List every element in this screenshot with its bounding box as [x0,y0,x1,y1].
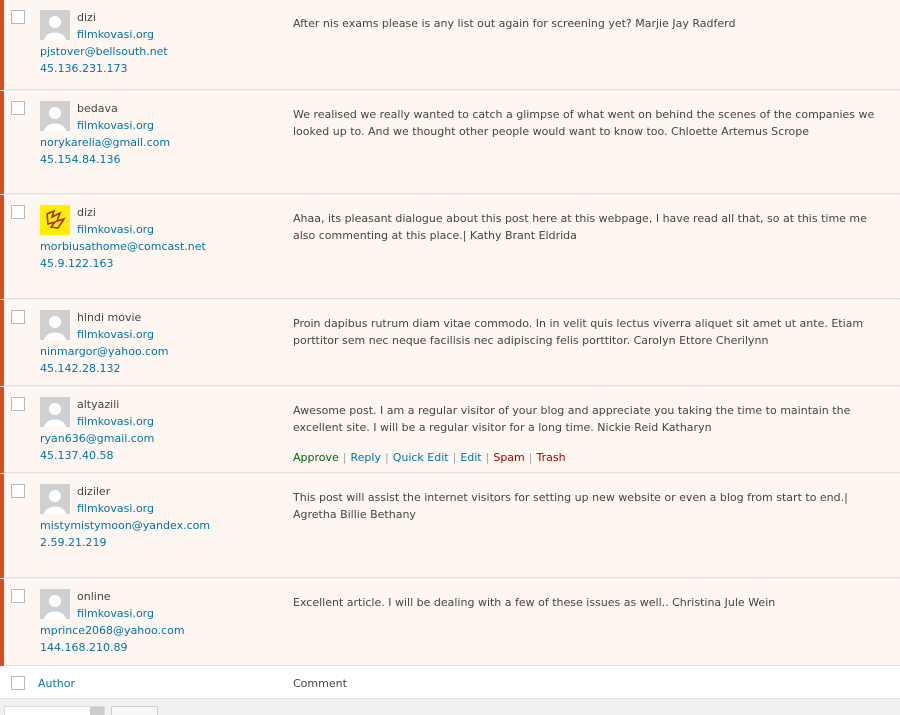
default-avatar-icon [40,101,70,131]
author-name: diziler [77,485,111,498]
author-url-link[interactable]: filmkovasi.org [77,28,154,41]
comment-text: We realised we really wanted to catch a … [293,108,875,138]
spam-link[interactable]: Spam [493,451,524,464]
row-checkbox[interactable] [11,589,25,603]
author-name: dizi [77,206,96,219]
apply-button[interactable] [111,706,158,715]
author-url-link[interactable]: filmkovasi.org [77,607,154,620]
table-footer-row: Author Comment [0,666,900,699]
author-url-link[interactable]: filmkovasi.org [77,502,154,515]
row-checkbox[interactable] [11,484,25,498]
author-name: online [77,590,111,603]
default-avatar-icon [40,484,70,514]
author-email-link[interactable]: ninmargor@yahoo.com [40,345,169,358]
author-ip-link[interactable]: 45.142.28.132 [40,362,120,375]
author-name: dizi [77,11,96,24]
edit-link[interactable]: Edit [460,451,481,464]
comment-row: bedava filmkovasi.org norykarelia@gmail.… [0,91,900,194]
bulk-actions-select[interactable] [4,706,105,715]
default-avatar-icon [40,589,70,619]
row-checkbox[interactable] [11,310,25,324]
author-ip-link[interactable]: 45.9.122.163 [40,257,113,270]
comment-text: Excellent article. I will be dealing wit… [293,596,776,609]
approve-link[interactable]: Approve [293,451,339,464]
author-url-link[interactable]: filmkovasi.org [77,415,154,428]
comment-row: online filmkovasi.org mprince2068@yahoo.… [0,579,900,666]
row-checkbox[interactable] [11,397,25,411]
author-email-link[interactable]: norykarelia@gmail.com [40,136,170,149]
select-all-checkbox[interactable] [11,676,25,690]
comment-text: This post will assist the internet visit… [293,491,848,521]
author-name: altyazili [77,398,120,411]
author-email-link[interactable]: pjstover@bellsouth.net [40,45,168,58]
author-name: bedava [77,102,118,115]
author-url-link[interactable]: filmkovasi.org [77,119,154,132]
author-ip-link[interactable]: 2.59.21.219 [40,536,106,549]
author-email-link[interactable]: morbiusathome@comcast.net [40,240,206,253]
row-checkbox[interactable] [11,205,25,219]
comment-row: diziler filmkovasi.org mistymistymoon@ya… [0,474,900,578]
trash-link[interactable]: Trash [536,451,565,464]
action-separator: | [384,451,389,464]
author-url-link[interactable]: filmkovasi.org [77,223,154,236]
comment-text: Awesome post. I am a regular visitor of … [293,404,851,434]
default-avatar-icon [40,310,70,340]
comment-text: After nis exams please is any list out a… [293,17,736,30]
comment-text: Proin dapibus rutrum diam vitae commodo.… [293,317,864,347]
row-checkbox[interactable] [11,101,25,115]
author-column-sort-link[interactable]: Author [38,677,75,690]
action-separator: | [342,451,347,464]
author-email-link[interactable]: ryan636@gmail.com [40,432,154,445]
chevron-down-icon [90,707,104,715]
row-actions: Approve | Reply | Quick Edit | Edit | Spam | Trash [293,451,566,464]
custom-yellow-avatar-icon [40,205,70,235]
author-ip-link[interactable]: 45.154.84.136 [40,153,120,166]
author-name: hindi movie [77,311,142,324]
comment-column-header: Comment [293,677,347,690]
author-email-link[interactable]: mprince2068@yahoo.com [40,624,185,637]
author-ip-link[interactable]: 45.137.40.58 [40,449,113,462]
comment-row: altyazili filmkovasi.org ryan636@gmail.c… [0,387,900,473]
bulk-actions-bar [0,699,900,715]
author-url-link[interactable]: filmkovasi.org [77,328,154,341]
author-ip-link[interactable]: 144.168.210.89 [40,641,127,654]
default-avatar-icon [40,397,70,427]
action-separator: | [528,451,533,464]
comment-row: dizi filmkovasi.org pjstover@bellsouth.n… [0,0,900,90]
default-avatar-icon [40,10,70,40]
author-ip-link[interactable]: 45.136.231.173 [40,62,127,75]
action-separator: | [452,451,457,464]
row-checkbox[interactable] [11,10,25,24]
author-email-link[interactable]: mistymistymoon@yandex.com [40,519,210,532]
action-separator: | [485,451,490,464]
comment-row: hindi movie filmkovasi.org ninmargor@yah… [0,300,900,386]
comment-text: Ahaa, its pleasant dialogue about this p… [293,212,867,242]
quick-edit-link[interactable]: Quick Edit [393,451,449,464]
comment-row: dizi filmkovasi.org morbiusathome@comcas… [0,195,900,299]
reply-link[interactable]: Reply [351,451,381,464]
